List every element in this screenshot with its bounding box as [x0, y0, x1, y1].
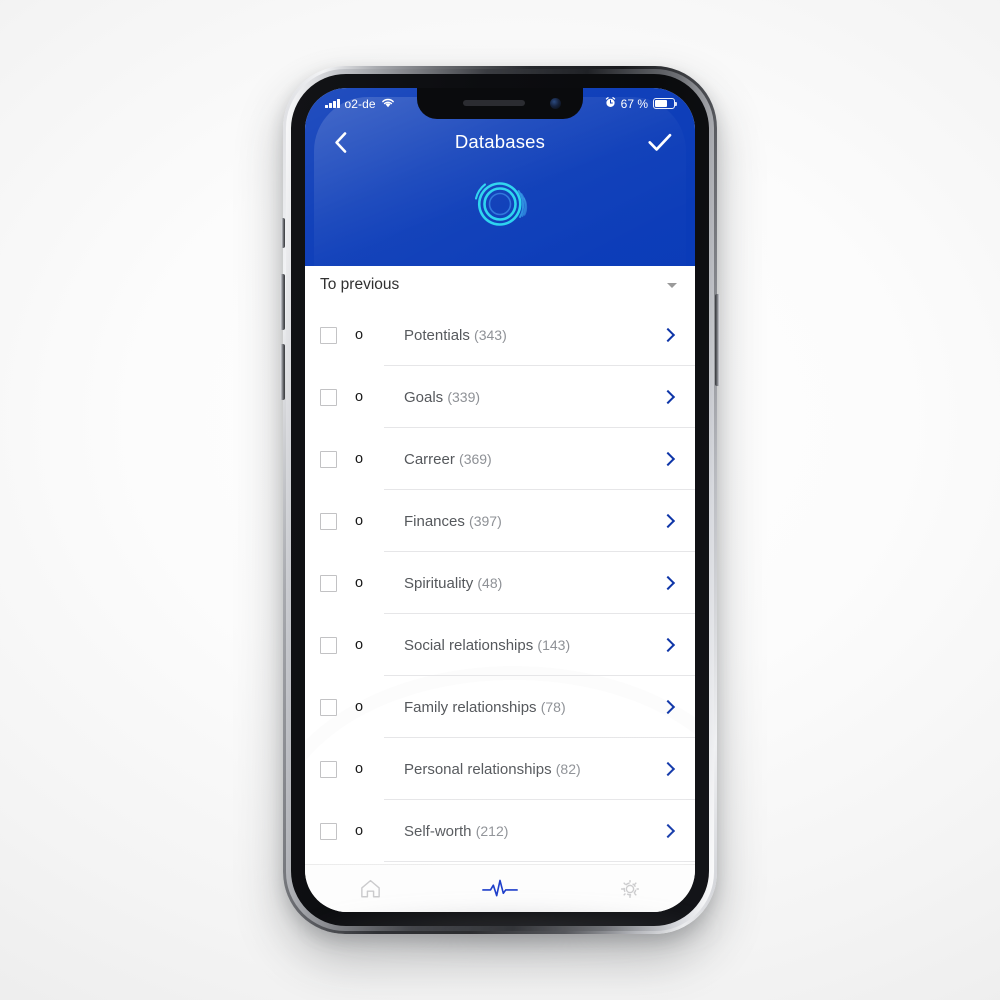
row-title: Family relationships: [404, 698, 537, 716]
chevron-right-icon[interactable]: [661, 575, 677, 591]
carrier-label: o2-de: [344, 96, 376, 111]
chevron-right-icon[interactable]: [661, 389, 677, 405]
row-title: Self-worth: [404, 822, 472, 840]
row-count: (343): [474, 326, 507, 343]
back-button[interactable]: [327, 129, 353, 155]
chevron-right-icon[interactable]: [661, 761, 677, 777]
navigation-bar: Databases: [305, 119, 695, 165]
list-rows: o Potentials (343) o Goals (339) o Carreer (3…: [305, 304, 695, 862]
row-label: Spirituality (48): [404, 575, 661, 592]
database-list: To previous o Potentials (343) o Goals (339…: [305, 266, 695, 864]
volume-up-button[interactable]: [280, 274, 285, 330]
alarm-clock-icon: [605, 96, 616, 111]
row-count: (212): [475, 822, 509, 839]
row-label: Social relationships (143): [404, 637, 661, 654]
row-bullet-marker: o: [354, 451, 364, 467]
list-item[interactable]: o Goals (339): [305, 366, 695, 428]
row-checkbox[interactable]: [320, 760, 337, 778]
row-bullet-marker: o: [354, 637, 364, 653]
group-header-label: To previous: [320, 276, 400, 293]
wifi-icon: [381, 97, 395, 111]
chevron-right-icon[interactable]: [661, 699, 677, 715]
phone-device: o2-de 67 % Databases To previous o Poten…: [280, 66, 720, 934]
phone-screen: o2-de 67 % Databases To previous o Poten…: [305, 88, 695, 912]
silent-switch-button[interactable]: [281, 218, 285, 248]
row-title: Social relationships: [404, 636, 534, 654]
row-count: (369): [459, 450, 492, 467]
device-notch: [417, 88, 583, 119]
power-button[interactable]: [715, 294, 720, 386]
pulse-icon: [482, 879, 518, 896]
row-label: Personal relationships (82): [404, 761, 661, 778]
list-item[interactable]: o Personal relationships (82): [305, 738, 695, 800]
list-item[interactable]: o Potentials (343): [305, 304, 695, 366]
row-title: Potentials: [404, 326, 470, 344]
row-title: Finances: [404, 512, 465, 530]
row-checkbox[interactable]: [320, 512, 337, 530]
row-checkbox[interactable]: [320, 388, 337, 406]
earpiece-speaker-icon: [463, 100, 525, 106]
page-title: Databases: [454, 131, 546, 152]
row-bullet-marker: o: [354, 699, 364, 715]
scene: o2-de 67 % Databases To previous o Poten…: [0, 0, 1000, 1000]
battery-icon: [653, 98, 678, 109]
row-checkbox[interactable]: [320, 450, 337, 468]
group-header-to-previous[interactable]: To previous: [305, 266, 695, 304]
list-item[interactable]: o Social relationships (143): [305, 614, 695, 676]
row-label: Carreer (369): [404, 451, 661, 468]
battery-percent-label: 67 %: [620, 96, 648, 111]
app-logo: [305, 172, 695, 234]
row-bullet-marker: o: [354, 761, 364, 777]
row-bullet-marker: o: [354, 389, 364, 405]
row-checkbox[interactable]: [320, 822, 337, 840]
row-title: Personal relationships: [404, 760, 552, 778]
bottom-tab-bar: [305, 864, 695, 912]
settings-gear-icon: [621, 879, 639, 898]
row-count: (143): [537, 636, 571, 653]
row-label: Potentials (343): [404, 327, 661, 344]
row-title: Spirituality: [404, 574, 474, 592]
row-label: Self-worth (212): [404, 823, 661, 840]
row-label: Finances (397): [404, 513, 661, 530]
row-checkbox[interactable]: [320, 636, 337, 654]
home-icon: [360, 879, 380, 898]
tab-settings[interactable]: [565, 865, 695, 912]
row-count: (339): [447, 388, 481, 405]
row-label: Goals (339): [404, 389, 661, 406]
row-count: (397): [469, 512, 502, 529]
list-item[interactable]: o Family relationships (78): [305, 676, 695, 738]
chevron-right-icon[interactable]: [661, 451, 677, 467]
chevron-right-icon[interactable]: [661, 637, 677, 653]
row-checkbox[interactable]: [320, 326, 337, 344]
volume-down-button[interactable]: [280, 344, 285, 400]
list-item[interactable]: o Finances (397): [305, 490, 695, 552]
row-label: Family relationships (78): [404, 699, 661, 716]
app-header: o2-de 67 % Databases: [305, 88, 695, 266]
list-item[interactable]: o Self-worth (212): [305, 800, 695, 862]
chevron-right-icon[interactable]: [661, 513, 677, 529]
list-item[interactable]: o Spirituality (48): [305, 552, 695, 614]
list-item[interactable]: o Carreer (369): [305, 428, 695, 490]
row-bullet-marker: o: [354, 575, 364, 591]
row-title: Goals: [404, 388, 444, 406]
front-camera-icon: [550, 98, 561, 109]
signal-bars-icon: [325, 99, 340, 108]
row-bullet-marker: o: [354, 823, 364, 839]
row-title: Carreer: [404, 450, 455, 468]
row-count: (78): [540, 698, 566, 715]
row-bullet-marker: o: [354, 327, 364, 343]
chevron-right-icon[interactable]: [661, 823, 677, 839]
caret-down-icon[interactable]: [667, 282, 677, 288]
row-bullet-marker: o: [354, 513, 364, 529]
tab-home[interactable]: [305, 865, 435, 912]
row-checkbox[interactable]: [320, 698, 337, 716]
concentric-spiral-logo-icon: [474, 182, 528, 226]
row-checkbox[interactable]: [320, 574, 337, 592]
row-separator: [384, 861, 695, 862]
tab-activity[interactable]: [435, 865, 565, 912]
confirm-button[interactable]: [647, 129, 673, 155]
row-count: (82): [555, 760, 581, 777]
chevron-right-icon[interactable]: [661, 327, 677, 343]
row-count: (48): [477, 574, 503, 591]
